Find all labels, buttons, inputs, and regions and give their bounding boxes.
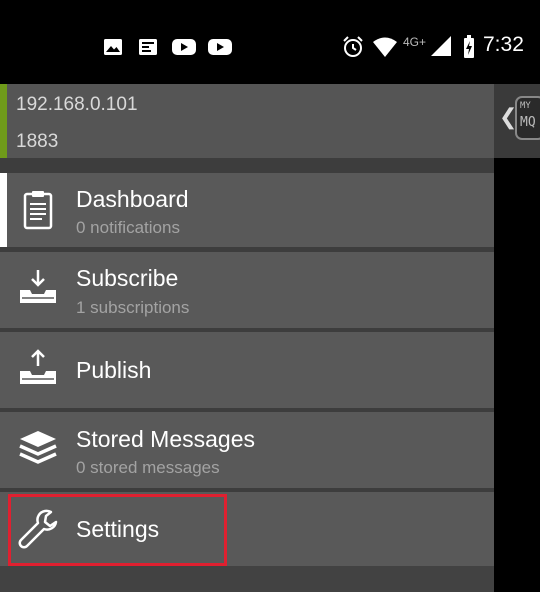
broker-port: 1883	[16, 131, 59, 152]
menu-item-label: Dashboard	[76, 186, 189, 212]
menu-item-publish[interactable]: Publish	[0, 332, 494, 408]
broker-host: 192.168.0.101	[16, 94, 138, 115]
menu-item-label: Subscribe	[76, 265, 179, 291]
clipboard-icon	[23, 191, 53, 230]
menu-item-label: Stored Messages	[76, 426, 255, 452]
battery-charging-icon	[464, 35, 474, 58]
menu-item-dashboard[interactable]: Dashboard 0 notifications	[0, 173, 494, 247]
logo-text-bottom: MQ	[520, 115, 536, 130]
connection-header[interactable]: 192.168.0.101 1883	[0, 84, 494, 158]
menu-item-subtitle: 0 notifications	[76, 218, 180, 237]
toolbar-edge[interactable]: ❮ MY MQ	[494, 84, 540, 158]
youtube-icon	[208, 39, 232, 55]
clock: 7:32	[483, 33, 524, 56]
layers-icon	[19, 431, 57, 464]
youtube-icon	[172, 39, 196, 55]
menu-item-subscribe[interactable]: Subscribe 1 subscriptions	[0, 252, 494, 328]
app-logo: MY MQ	[515, 96, 540, 140]
menu-item-stored-messages[interactable]: Stored Messages 0 stored messages	[0, 412, 494, 488]
menu-item-subtitle: 1 subscriptions	[76, 298, 190, 317]
image-icon	[104, 39, 122, 55]
connection-status-indicator	[0, 84, 7, 158]
drawer-footer	[0, 566, 494, 592]
settings-highlight-box	[8, 494, 227, 566]
network-type: 4G+	[403, 35, 427, 49]
news-icon	[139, 39, 157, 55]
menu-item-subtitle: 0 stored messages	[76, 458, 220, 477]
main-content-edge: ❮ MY MQ	[494, 84, 540, 592]
status-bar: 4G+ 7:32	[0, 0, 540, 84]
logo-text-top: MY	[520, 101, 531, 111]
inbox-upload-icon	[20, 349, 56, 384]
signal-icon	[431, 36, 451, 56]
alarm-icon	[343, 36, 363, 57]
wifi-icon	[373, 37, 397, 57]
inbox-download-icon	[20, 270, 56, 303]
selected-indicator	[0, 173, 7, 247]
menu-item-label: Publish	[76, 357, 152, 383]
